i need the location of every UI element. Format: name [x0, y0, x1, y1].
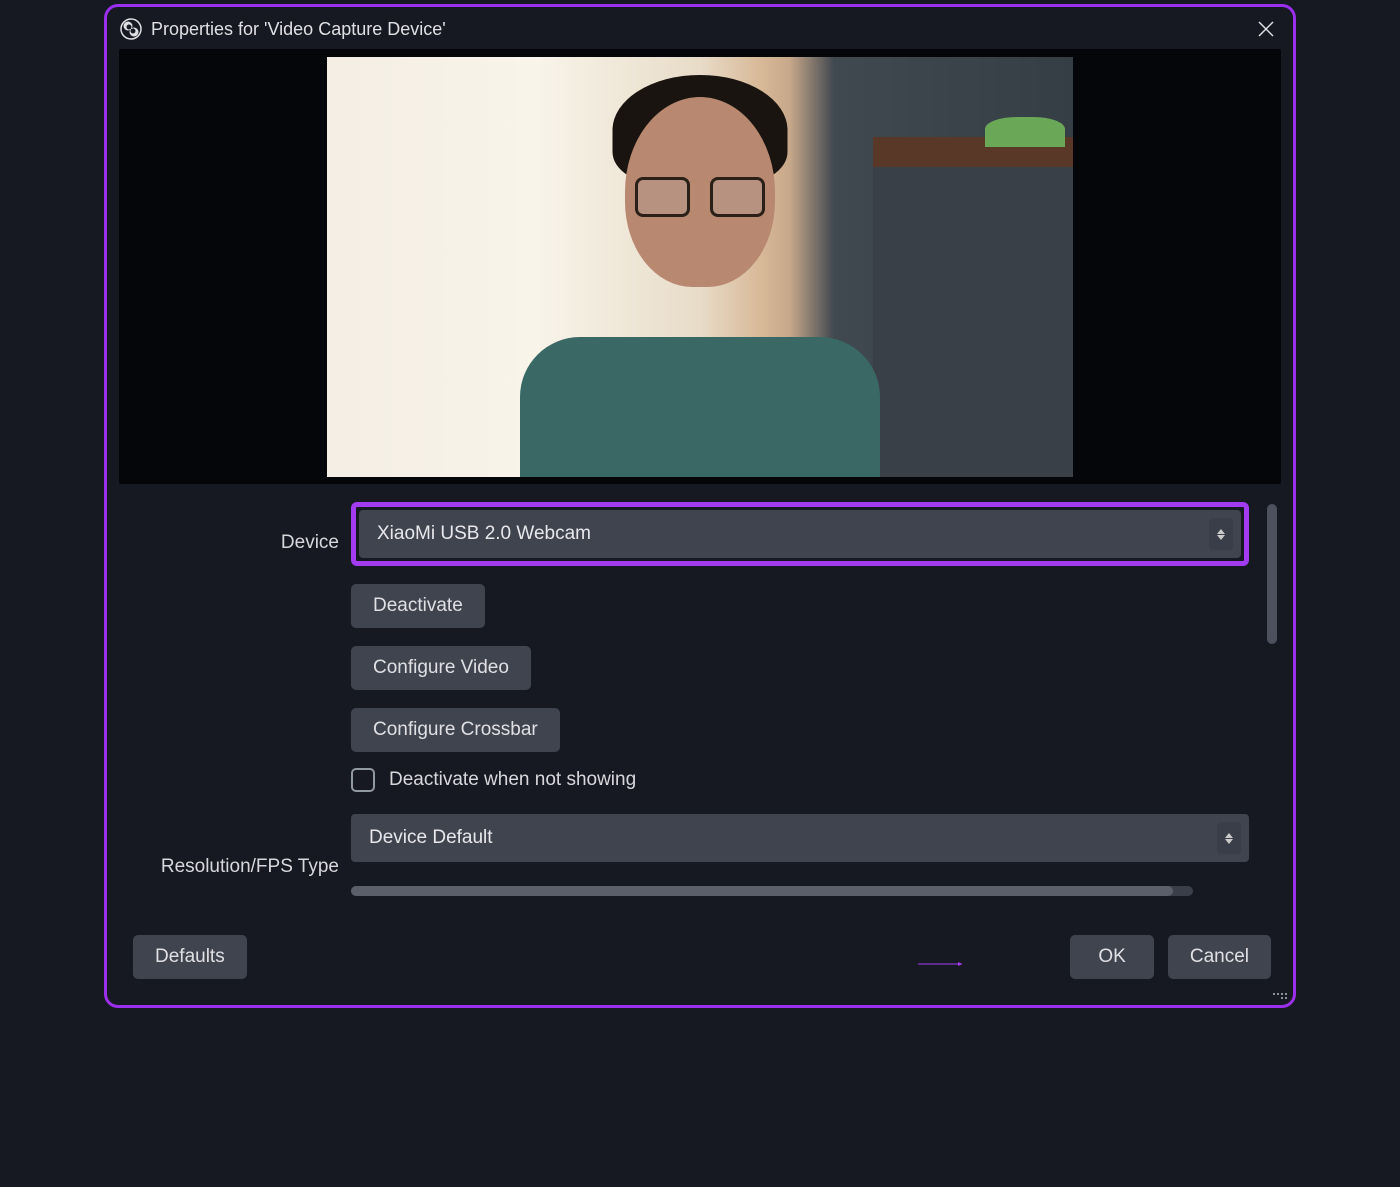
obs-icon — [119, 17, 143, 41]
updown-arrows-icon — [1209, 518, 1233, 550]
deactivate-when-not-showing-checkbox[interactable] — [351, 768, 375, 792]
properties-form: Device Resolution/FPS Type XiaoMi USB 2.… — [119, 490, 1281, 921]
properties-dialog-window: Properties for 'Video Capture Device' — [104, 4, 1296, 1008]
window-title: Properties for 'Video Capture Device' — [151, 19, 446, 40]
resolution-fps-value: Device Default — [369, 827, 493, 849]
form-labels-column: Device Resolution/FPS Type — [131, 502, 351, 921]
close-icon — [1257, 20, 1275, 38]
configure-crossbar-button[interactable]: Configure Crossbar — [351, 708, 560, 752]
webcam-preview — [327, 57, 1073, 477]
device-dropdown-value: XiaoMi USB 2.0 Webcam — [377, 523, 591, 545]
titlebar: Properties for 'Video Capture Device' — [107, 7, 1293, 49]
deactivate-checkbox-label: Deactivate when not showing — [389, 769, 636, 791]
resize-grip[interactable] — [1273, 985, 1287, 999]
device-dropdown-highlight: XiaoMi USB 2.0 Webcam — [351, 502, 1249, 566]
close-button[interactable] — [1251, 14, 1281, 44]
titlebar-left: Properties for 'Video Capture Device' — [119, 17, 446, 41]
updown-arrows-icon — [1217, 822, 1241, 854]
dialog-content: Device Resolution/FPS Type XiaoMi USB 2.… — [107, 49, 1293, 1005]
deactivate-button[interactable]: Deactivate — [351, 584, 485, 628]
resolution-fps-label: Resolution/FPS Type — [161, 843, 339, 891]
resolution-fps-dropdown[interactable]: Device Default — [351, 814, 1249, 862]
footer-right-buttons: OK Cancel — [1070, 935, 1271, 979]
horizontal-scrollbar-thumb[interactable] — [351, 886, 1173, 896]
defaults-button[interactable]: Defaults — [133, 935, 247, 979]
horizontal-scrollbar[interactable] — [351, 886, 1193, 896]
vertical-scrollbar[interactable] — [1267, 504, 1277, 644]
cancel-button[interactable]: Cancel — [1168, 935, 1271, 979]
video-preview-area — [119, 49, 1281, 484]
ok-button[interactable]: OK — [1070, 935, 1153, 979]
configure-video-button[interactable]: Configure Video — [351, 646, 531, 690]
form-controls-column: XiaoMi USB 2.0 Webcam Deactivate Configu… — [351, 502, 1269, 921]
dialog-footer: Defaults OK Cancel — [119, 921, 1281, 993]
device-dropdown[interactable]: XiaoMi USB 2.0 Webcam — [359, 510, 1241, 558]
device-label: Device — [281, 518, 339, 568]
deactivate-checkbox-row: Deactivate when not showing — [351, 768, 1249, 792]
